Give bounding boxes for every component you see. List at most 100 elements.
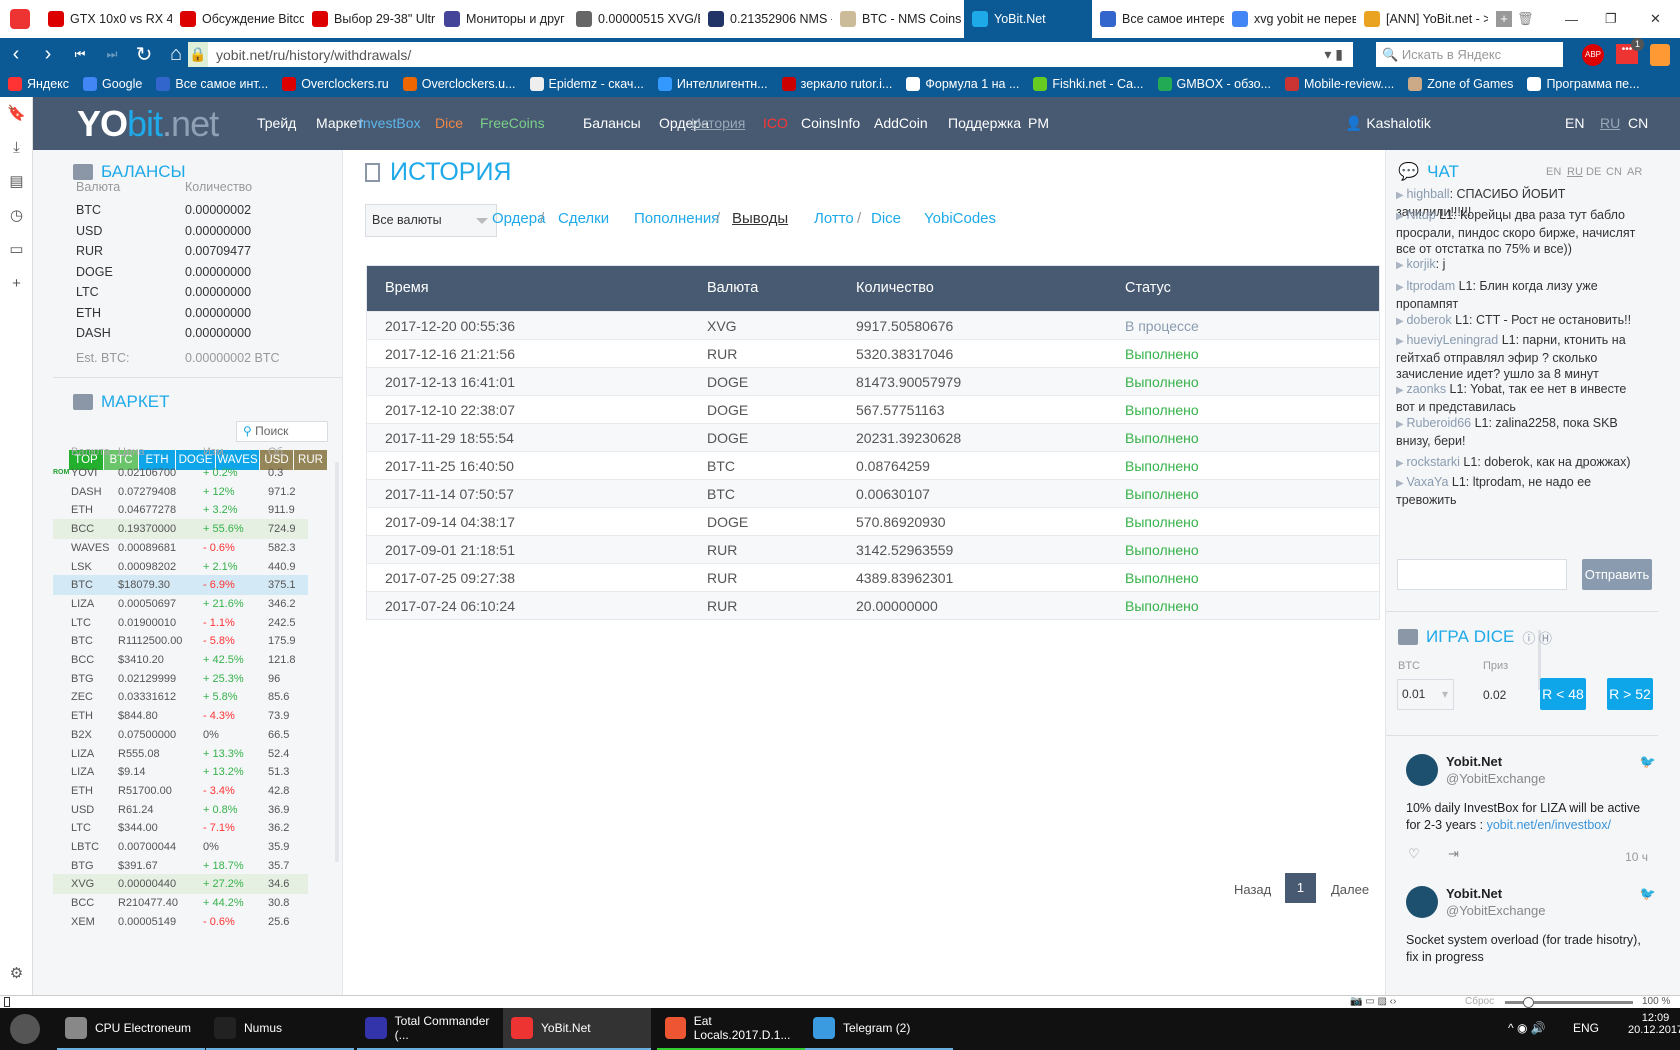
market-row[interactable]: ZEC 0.03331612 + 5.8% 85.6 (53, 687, 308, 707)
browser-tab[interactable]: Все самое интере (1092, 0, 1224, 38)
market-row[interactable]: LSK 0.00098202 + 2.1% 440.9 (53, 557, 308, 577)
prev-page-button[interactable]: Назад (1234, 882, 1271, 897)
history-filter-link[interactable]: Сделки (558, 210, 609, 227)
panel-toggle-icon[interactable] (4, 997, 10, 1007)
market-row[interactable]: LTC $344.00 - 7.1% 36.2 (53, 818, 308, 838)
browser-tab[interactable]: GTX 10x0 vs RX 4x (40, 0, 172, 38)
bookmark-item[interactable]: Формула 1 на ... (906, 77, 1019, 91)
clock[interactable]: 12:09 20.12.2017 (1628, 1012, 1680, 1036)
browser-tab[interactable]: BTC - NMS Coins e (832, 0, 964, 38)
new-tab-icon[interactable]: + (1496, 11, 1512, 27)
url-input[interactable]: 🔒 yobit.net/ru/history/withdrawals/ ▾ ▮ (188, 42, 1353, 67)
taskbar-item[interactable]: Numus (206, 1008, 354, 1050)
history-filter-link[interactable]: Ордера (492, 210, 545, 227)
chat-lang[interactable]: RU (1567, 166, 1583, 178)
market-row[interactable]: USD R61.24 + 0.8% 36.9 (53, 800, 308, 820)
chat-send-button[interactable]: Отправить (1582, 559, 1652, 590)
chat-username[interactable]: korjik (1396, 257, 1436, 271)
lang-ru[interactable]: RU (1600, 115, 1620, 131)
bookmarks-panel-icon[interactable]: 🔖 (0, 97, 33, 131)
page-1-button[interactable]: 1 (1285, 873, 1316, 903)
history-filter-link[interactable]: Выводы (732, 210, 788, 227)
nav-item[interactable]: История (691, 115, 745, 131)
window-panel-icon[interactable]: ▭ (0, 233, 33, 267)
bookmark-item[interactable]: Fishki.net - Са... (1033, 77, 1144, 91)
tweet-author[interactable]: Yobit.Net (1446, 886, 1502, 901)
chat-username[interactable]: ltprodam (1396, 279, 1455, 293)
start-button[interactable] (10, 1014, 40, 1044)
market-row[interactable]: LIZA $9.14 + 13.2% 51.3 (53, 762, 308, 782)
browser-tab[interactable]: 0.21352906 NMS - (700, 0, 832, 38)
nav-item[interactable]: CoinsInfo (801, 115, 860, 131)
zoom-slider-thumb[interactable] (1523, 997, 1534, 1008)
bookmark-item[interactable]: Epidemz - скач... (529, 77, 644, 91)
zoom-slider[interactable] (1505, 997, 1633, 1008)
tweet-author[interactable]: Yobit.Net (1446, 754, 1502, 769)
market-row[interactable]: BCC 0.19370000 + 55.6% 724.9 (53, 519, 308, 540)
bookmark-item[interactable]: Mobile-review.... (1284, 77, 1394, 91)
tweet-handle[interactable]: @YobitExchange (1446, 903, 1545, 918)
bookmark-item[interactable]: Программа пе... (1527, 77, 1640, 91)
browser-tab[interactable]: [ANN] YoBit.net - > (1356, 0, 1488, 38)
minimize-icon[interactable]: — (1565, 12, 1578, 27)
lang-en[interactable]: EN (1565, 115, 1584, 131)
chat-lang[interactable]: AR (1627, 166, 1642, 178)
chat-username[interactable]: VaxaYa (1396, 475, 1448, 489)
chat-username[interactable]: Nitup (1396, 208, 1436, 222)
vivaldi-menu-icon[interactable] (10, 9, 30, 29)
currency-select[interactable]: Все валюты (365, 204, 497, 237)
nav-item[interactable]: Балансы (583, 115, 641, 131)
market-row[interactable]: BTC $18079.30 - 6.9% 375.1 (53, 575, 308, 596)
history-filter-link[interactable]: Пополнения (634, 210, 719, 227)
browser-tab[interactable]: Мониторы и друг (436, 0, 568, 38)
market-row[interactable]: ETH R51700.00 - 3.4% 42.8 (53, 781, 308, 801)
nav-item[interactable]: AddCoin (874, 115, 928, 131)
market-row[interactable]: DASH 0.07279408 + 12% 971.2 (53, 482, 308, 502)
notes-icon[interactable]: ▤ (0, 165, 33, 199)
browser-tab[interactable]: Выбор 29-38" Ultr (304, 0, 436, 38)
nav-item[interactable]: InvestBox (359, 115, 420, 131)
yobit-logo[interactable]: YObit.net (77, 103, 219, 145)
bookmark-item[interactable]: Интеллигентн... (657, 77, 768, 91)
nav-item[interactable]: Трейд (257, 115, 296, 131)
like-icon[interactable]: ♡ (1408, 846, 1420, 862)
chat-username[interactable]: doberok (1396, 313, 1452, 327)
nav-item[interactable]: Dice (435, 115, 463, 131)
settings-icon[interactable]: ⚙ (0, 957, 33, 991)
bet-select[interactable]: 0.01 ▾ (1397, 679, 1454, 710)
taskbar-item[interactable]: Telegram (2) (805, 1008, 953, 1050)
chat-message-input[interactable] (1397, 559, 1567, 590)
market-row[interactable]: LTC 0.01900010 - 1.1% 242.5 (53, 613, 308, 633)
input-language[interactable]: ENG (1573, 1021, 1599, 1035)
back-icon[interactable]: ‹ (0, 43, 32, 66)
lang-cn[interactable]: CN (1628, 115, 1648, 131)
maximize-icon[interactable]: ❐ (1605, 11, 1617, 27)
share-icon[interactable]: ⇥ (1448, 846, 1459, 862)
market-row[interactable]: LBTC 0.00700044 0% 35.9 (53, 837, 308, 857)
nav-item[interactable]: ICO (763, 115, 788, 131)
bookmark-item[interactable]: Все самое инт... (156, 77, 268, 91)
chat-lang[interactable]: DE (1586, 166, 1601, 178)
bookmark-item[interactable]: Google (83, 77, 142, 91)
taskbar-item[interactable]: Total Commander (... (357, 1008, 505, 1050)
market-row[interactable]: BCC $3410.20 + 42.5% 121.8 (53, 650, 308, 670)
market-row[interactable]: BTG $391.67 + 18.7% 35.7 (53, 856, 308, 876)
market-row[interactable]: B2X 0.07500000 0% 66.5 (53, 725, 308, 745)
forward-icon[interactable]: › (32, 43, 64, 66)
roll-under-button[interactable]: R < 48 (1540, 678, 1586, 710)
market-row[interactable]: BCC R210477.40 + 44.2% 30.8 (53, 893, 308, 913)
zoom-reset[interactable]: Сброс (1465, 996, 1494, 1007)
nav-item[interactable]: Маркет (316, 115, 363, 131)
bookmark-item[interactable]: зеркало rutor.i... (781, 77, 892, 91)
market-row[interactable]: ETH 0.04677278 + 3.2% 911.9 (53, 500, 308, 520)
rewind-icon[interactable]: ⏮ (64, 47, 96, 62)
history-filter-link[interactable]: Лотто (814, 210, 854, 227)
market-row[interactable]: WAVES 0.00089681 - 0.6% 582.3 (53, 538, 308, 558)
status-icons[interactable]: 📷 ▭ ▨ ‹› (1350, 996, 1396, 1007)
market-row[interactable]: BTG 0.02129999 + 25.3% 96 (53, 669, 308, 689)
market-row[interactable]: LIZA R555.08 + 13.3% 52.4 (53, 744, 308, 764)
roll-over-button[interactable]: R > 52 (1607, 678, 1653, 710)
fast-forward-icon[interactable]: ⏭ (96, 47, 128, 62)
chat-username[interactable]: hueviyLeningrad (1396, 333, 1498, 347)
bookmark-item[interactable]: GMBOX - обзо... (1157, 77, 1271, 91)
